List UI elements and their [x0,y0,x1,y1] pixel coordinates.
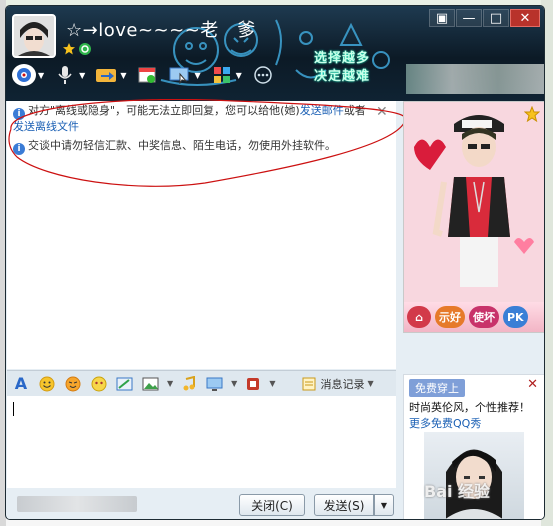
voice-call-tool[interactable]: ▼ [53,64,85,86]
magic-emoticon-icon[interactable] [63,374,83,394]
bottom-bar: 关闭(C) 发送(S) ▼ [7,488,396,519]
star-icon[interactable] [62,42,76,56]
microphone-icon [53,64,77,86]
contact-avatar[interactable] [12,14,56,58]
webcam-icon [12,64,36,86]
try-on-free-button[interactable]: 免费穿上 [409,379,465,397]
model-portrait-icon [445,449,503,519]
chevron-down-icon[interactable]: ▼ [79,71,85,80]
star-badge-icon[interactable] [524,106,540,122]
greet-button[interactable]: 示好 [435,306,465,328]
music-icon[interactable] [179,374,199,394]
message-log-icon [302,377,316,390]
screen-capture-icon[interactable] [115,374,135,394]
qq-chat-window: ☆→love~~~~老 爹 选择越多 决定越难 ▣ — □ ✕ ▼ ▼ ▼ ▼ … [5,5,545,520]
contact-nickname: ☆→love~~~~老 爹 [66,20,256,41]
group-chat-icon [135,64,159,86]
skin-menu-button[interactable]: ▣ [429,9,455,27]
send-button[interactable]: 发送(S) [314,494,374,516]
chevron-down-icon[interactable]: ▼ [231,379,237,388]
input-toolbar: A ▼ ▼ ▼ 消息记录 ▼ [7,370,396,396]
qq-status-icon[interactable] [78,42,92,56]
chevron-down-icon[interactable]: ▼ [269,379,275,388]
ad-model-image[interactable] [424,432,524,519]
more-free-qq-show-link[interactable]: 更多免费QQ秀 [409,415,481,431]
qq-show-avatar-illustration [404,102,544,302]
qq-show-action-bar: ⌂ 示好 使坏 PK [404,302,544,332]
chevron-down-icon[interactable]: ▼ [236,71,242,80]
shake-window-icon[interactable] [243,374,263,394]
contact-status-icons [62,42,92,56]
tease-button[interactable]: 使坏 [469,306,499,328]
chat-toolbar: ▼ ▼ ▼ ▼ ▼ [12,64,275,86]
qq-show-panel: ⌂ 示好 使坏 PK [403,101,544,333]
apps-tool[interactable]: ▼ [210,64,242,86]
chevron-down-icon[interactable]: ▼ [38,71,44,80]
message-input[interactable] [7,396,396,488]
more-tool[interactable] [251,64,275,86]
chevron-down-icon[interactable]: ▼ [194,71,200,80]
maximize-button[interactable]: □ [483,9,509,27]
message-log-button[interactable]: 消息记录 ▼ [301,376,374,392]
avatar-portrait-icon [14,16,54,56]
font-icon[interactable]: A [11,374,31,394]
send-options-button[interactable]: ▼ [374,494,394,516]
screen-share-icon[interactable] [205,374,225,394]
send-file-icon [94,64,118,86]
pixelated-region [406,64,544,94]
emoticon-icon[interactable] [37,374,57,394]
slogan-line-1: 选择越多 [314,51,371,66]
remote-desktop-icon [168,64,192,86]
doodle-expression-icon[interactable] [89,374,109,394]
message-history-area[interactable]: i 对方"离线或隐身"，可能无法立即回复，您可以给他(她)发送邮件或者发送离线文件… [7,99,407,369]
close-button[interactable]: 关闭(C) [239,494,305,516]
minimize-button[interactable]: — [456,9,482,27]
pk-button[interactable]: PK [503,306,528,328]
blurred-text [17,496,137,512]
video-call-tool[interactable]: ▼ [12,64,44,86]
baidu-watermark: Bai 经验 [424,482,491,501]
window-controls: ▣ — □ ✕ [429,9,540,27]
close-window-button[interactable]: ✕ [510,9,540,27]
chevron-down-icon[interactable]: ▼ [167,379,173,388]
close-ad-icon[interactable]: ✕ [527,377,538,392]
chevron-down-icon[interactable]: ▼ [367,379,373,388]
slogan-line-2: 决定越难 [314,69,371,84]
text-cursor [13,402,14,416]
apps-grid-icon [210,64,234,86]
chevron-down-icon[interactable]: ▼ [120,71,126,80]
send-file-tool[interactable]: ▼ [94,64,126,86]
ad-slogan: 时尚英伦风，个性推荐！ [409,401,530,414]
remote-assist-tool[interactable]: ▼ [168,64,201,86]
message-log-label: 消息记录 [320,377,365,391]
title-slogan: 选择越多 决定越难 [314,50,370,86]
create-group-tool[interactable] [135,64,159,86]
more-options-icon [251,64,275,86]
send-image-icon[interactable] [141,374,161,394]
red-annotation-circle [8,99,407,187]
title-bar[interactable]: ☆→love~~~~老 爹 选择越多 决定越难 ▣ — □ ✕ ▼ ▼ ▼ ▼ … [6,6,544,101]
home-icon[interactable]: ⌂ [407,306,431,328]
